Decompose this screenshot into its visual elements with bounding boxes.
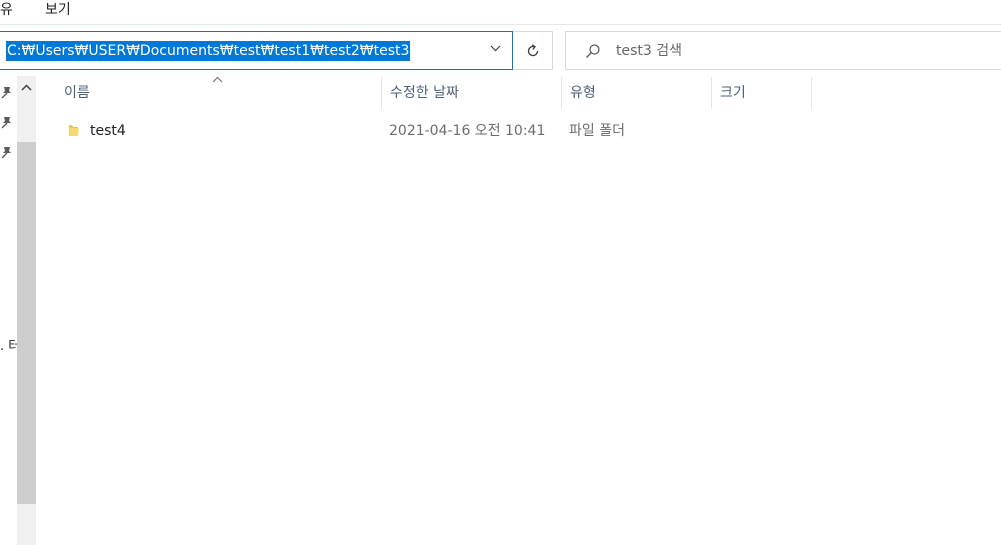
refresh-icon <box>527 44 539 57</box>
column-header-name[interactable]: 이름 <box>56 77 382 109</box>
nav-scrollbar[interactable] <box>17 76 36 545</box>
folder-icon <box>69 125 79 136</box>
refresh-button[interactable] <box>513 31 553 70</box>
pin-icon[interactable] <box>0 145 12 159</box>
pin-icon[interactable] <box>0 115 12 129</box>
file-date-modified: 2021-04-16 오전 10:41 <box>389 123 546 139</box>
menu-item-share[interactable]: 유 <box>0 0 13 20</box>
search-input[interactable] <box>616 41 916 61</box>
menu-bar: 유 보기 <box>0 0 1001 24</box>
column-header-date-modified[interactable]: 수정한 날짜 <box>382 77 562 109</box>
search-box[interactable] <box>565 31 1001 70</box>
file-row[interactable]: test4 2021-04-16 오전 10:41 파일 폴더 <box>56 119 816 143</box>
column-header-size[interactable]: 크기 <box>712 77 812 109</box>
address-path[interactable]: C:₩Users₩USER₩Documents₩test₩test1₩test2… <box>6 41 411 61</box>
column-header-type[interactable]: 유형 <box>562 77 712 109</box>
chevron-up-icon <box>21 84 32 91</box>
column-divider[interactable] <box>811 77 812 109</box>
scrollbar-thumb[interactable] <box>17 142 36 504</box>
file-name[interactable]: test4 <box>90 119 126 143</box>
chevron-down-icon <box>490 45 501 52</box>
scroll-up-button[interactable] <box>17 76 36 100</box>
menu-item-view[interactable]: 보기 <box>45 0 71 20</box>
address-bar[interactable]: C:₩Users₩USER₩Documents₩test₩test1₩test2… <box>0 31 513 70</box>
file-type: 파일 폴더 <box>569 123 625 139</box>
menu-divider <box>0 24 1001 25</box>
search-icon <box>586 44 600 58</box>
pin-icon[interactable] <box>0 85 12 99</box>
address-history-dropdown-button[interactable] <box>480 32 512 69</box>
